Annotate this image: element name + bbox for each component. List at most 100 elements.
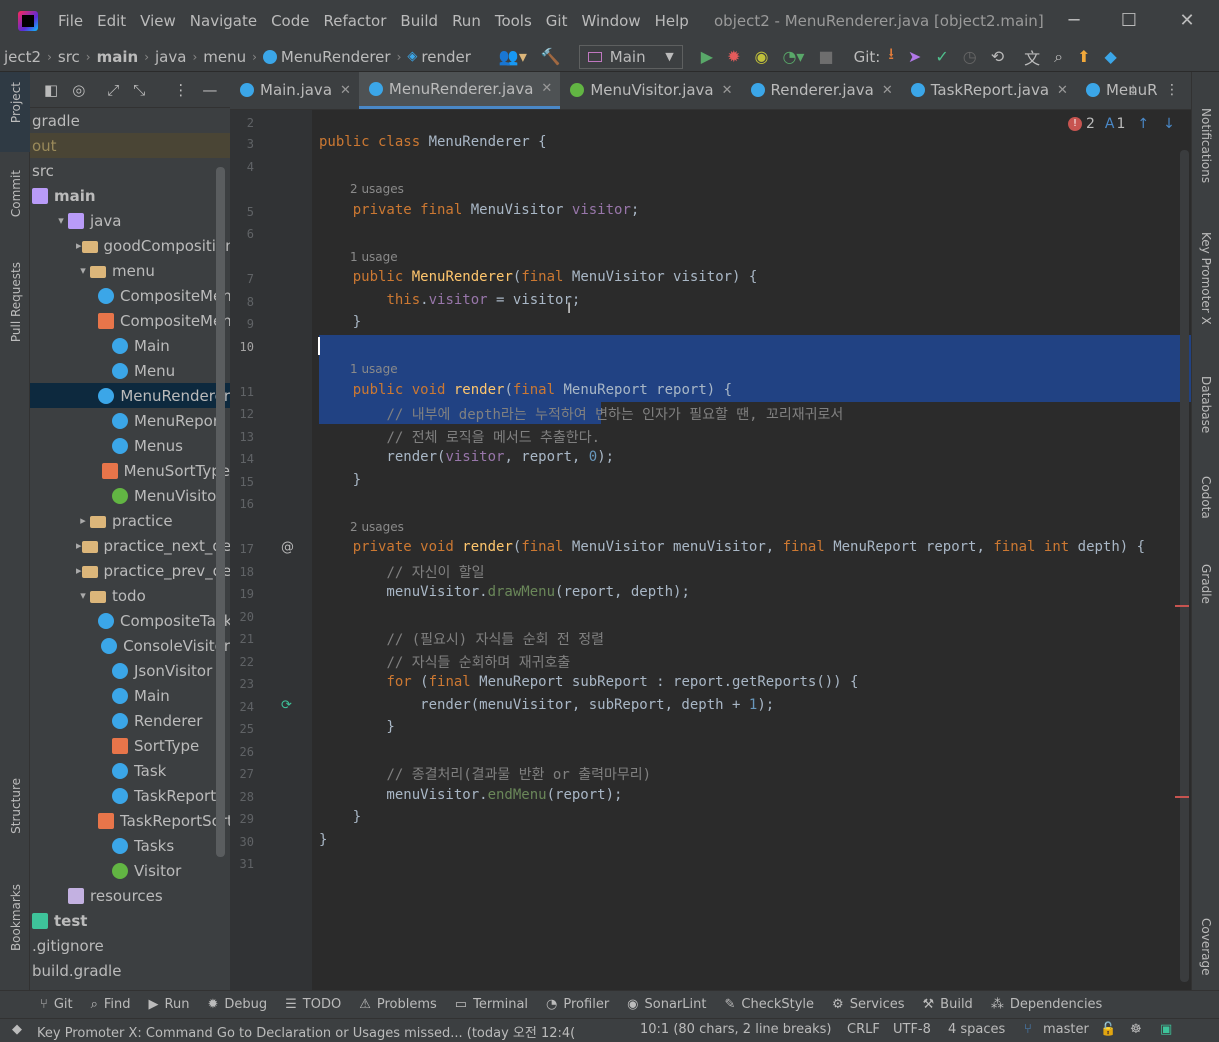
expand-arrow-icon[interactable]: ▸ — [76, 539, 82, 552]
tree-item[interactable]: ▾ todo — [30, 583, 230, 608]
gradle-tool-tab[interactable]: Gradle — [1199, 564, 1213, 604]
close-tab-icon[interactable]: ✕ — [541, 81, 552, 96]
commit-tool-tab[interactable]: Commit — [9, 170, 23, 217]
expand-arrow-icon[interactable]: ▾ — [76, 264, 90, 277]
codota-status-icon[interactable]: ▣ — [1160, 1022, 1172, 1037]
code-line[interactable]: } — [319, 314, 361, 330]
intellij-logo-icon[interactable] — [18, 11, 38, 31]
usage-hint[interactable]: 1 usage — [350, 250, 398, 264]
inspection-widget[interactable]: ! 2 A 1 ↑ ↓ — [1068, 116, 1175, 132]
tree-item[interactable]: .gitignore — [30, 933, 230, 958]
tab-menurenderer-java[interactable]: MenuRenderer.java ✕ — [358, 72, 561, 109]
tree-item[interactable]: MenuVisitor — [30, 483, 230, 508]
close-tab-icon[interactable]: ✕ — [1057, 83, 1068, 98]
tool-window-todo[interactable]: ☰ TODO — [285, 997, 341, 1012]
run-config-select[interactable]: Main ▼ — [578, 44, 683, 69]
tree-item[interactable]: main — [30, 183, 230, 208]
close-tab-icon[interactable]: ✕ — [882, 83, 893, 98]
previous-highlight-icon[interactable]: ↑ — [1137, 116, 1149, 132]
tree-item[interactable]: ▸ practice_next_deco_ — [30, 533, 230, 558]
minimize-button[interactable]: ─ — [1062, 9, 1086, 33]
menu-code[interactable]: Code — [271, 12, 309, 30]
menu-window[interactable]: Window — [581, 12, 640, 30]
hide-panel-icon[interactable]: — — [202, 81, 217, 99]
menu-file[interactable]: File — [58, 12, 83, 30]
lock-icon[interactable]: 🔓 — [1100, 1022, 1116, 1037]
git-update-icon[interactable]: ⭳ — [888, 43, 894, 70]
rollback-icon[interactable]: ⟲ — [991, 47, 1004, 66]
code-line[interactable]: // 전체 로직을 메서드 추출한다. — [319, 427, 600, 447]
tool-window-profiler[interactable]: ◔ Profiler — [546, 997, 609, 1012]
plugin-icon[interactable]: ◆ — [1105, 47, 1117, 66]
tree-item[interactable]: ▾ menu — [30, 258, 230, 283]
tree-item[interactable]: MenuReport — [30, 408, 230, 433]
close-tab-icon[interactable]: ✕ — [722, 83, 733, 98]
maximize-button[interactable]: ☐ — [1117, 9, 1141, 33]
collapse-all-icon[interactable]: ⤡ — [133, 81, 145, 99]
tree-item[interactable]: Main — [30, 683, 230, 708]
coverage-tool-tab[interactable]: Coverage — [1199, 918, 1213, 976]
tool-window-terminal[interactable]: ▭ Terminal — [455, 997, 528, 1012]
breadcrumb-menu[interactable]: menu — [203, 48, 246, 66]
tree-item[interactable]: CompositeMenu — [30, 308, 230, 333]
coverage-run-icon[interactable]: ◉ — [754, 47, 768, 66]
menu-help[interactable]: Help — [655, 12, 689, 30]
tab-taskreport-java[interactable]: TaskReport.java ✕ — [901, 72, 1076, 109]
tree-item[interactable]: CompositeMenu — [30, 283, 230, 308]
menu-git[interactable]: Git — [546, 12, 568, 30]
history-icon[interactable]: ◷ — [963, 47, 977, 66]
code-line[interactable]: // 자식들 순회하며 재귀호출 — [319, 652, 570, 672]
code-line[interactable]: // 자신이 할일 — [319, 562, 484, 582]
usage-hint[interactable]: 1 usage — [350, 362, 398, 376]
tree-item[interactable]: ▸ practice_prev_deco_ — [30, 558, 230, 583]
error-stripe-mark[interactable] — [1175, 796, 1189, 798]
tree-item[interactable]: JsonVisitor — [30, 658, 230, 683]
debug-icon[interactable]: ✹ — [727, 47, 740, 66]
project-tool-tab[interactable]: Project — [9, 82, 23, 123]
breadcrumb-class[interactable]: MenuRenderer — [281, 48, 391, 66]
target-icon[interactable]: ◎ — [72, 81, 85, 99]
select-opened-file-icon[interactable]: ◧ — [44, 81, 58, 99]
tree-item[interactable]: Main — [30, 333, 230, 358]
codota-tool-tab[interactable]: Codota — [1199, 476, 1213, 519]
user-group-icon[interactable]: 👥▾ — [499, 47, 527, 66]
tool-window-dependencies[interactable]: ⁂ Dependencies — [991, 997, 1103, 1012]
menu-refactor[interactable]: Refactor — [323, 12, 386, 30]
tree-item[interactable]: Visitor — [30, 858, 230, 883]
expand-arrow-icon[interactable]: ▾ — [76, 589, 90, 602]
code-line[interactable]: } — [319, 832, 327, 848]
tool-window-run[interactable]: ▶ Run — [149, 997, 190, 1012]
status-message[interactable]: Key Promoter X: Command Go to Declaratio… — [37, 1022, 575, 1041]
code-line[interactable]: } — [319, 719, 394, 735]
code-line[interactable]: // (필요시) 자식들 순회 전 정렬 — [319, 629, 604, 649]
code-line[interactable]: render(visitor, report, 0); — [319, 449, 614, 465]
tree-item[interactable]: TaskReportSortT — [30, 808, 230, 833]
code-line[interactable]: private final MenuVisitor visitor; — [319, 202, 640, 218]
breadcrumb-main[interactable]: main — [97, 48, 139, 66]
tool-window-checkstyle[interactable]: ✎ CheckStyle — [724, 997, 814, 1012]
override-marker-icon[interactable]: @ — [281, 540, 294, 555]
code-line[interactable]: // 종결처리(결과물 반환 or 출력마무리) — [319, 764, 651, 784]
breadcrumb-project[interactable]: ject2 — [4, 48, 41, 66]
code-line[interactable]: for (final MenuReport subReport : report… — [319, 674, 858, 690]
code-line[interactable]: private void render(final MenuVisitor me… — [319, 539, 1145, 555]
tool-window-problems[interactable]: ⚠ Problems — [359, 997, 437, 1012]
tree-item[interactable]: resources — [30, 883, 230, 908]
key-promoter-tool-tab[interactable]: Key Promoter X — [1199, 232, 1213, 325]
git-branch[interactable]: master — [1043, 1022, 1089, 1037]
close-tab-icon[interactable]: ✕ — [340, 83, 351, 98]
code-line[interactable]: } — [319, 809, 361, 825]
tree-item[interactable]: SortType — [30, 733, 230, 758]
tab-menuvisitor-java[interactable]: MenuVisitor.java ✕ — [560, 72, 740, 109]
tool-window-sonarlint[interactable]: ◉ SonarLint — [627, 997, 706, 1012]
next-highlight-icon[interactable]: ↓ — [1163, 116, 1175, 132]
profiler-icon[interactable]: ◔▾ — [782, 47, 804, 66]
breadcrumb-src[interactable]: src — [58, 48, 80, 66]
menu-edit[interactable]: Edit — [97, 12, 126, 30]
run-icon[interactable]: ▶ — [701, 47, 713, 66]
tree-item[interactable]: Renderer — [30, 708, 230, 733]
tool-window-build[interactable]: ⚒ Build — [923, 997, 973, 1012]
expand-all-icon[interactable]: ⤢ — [107, 81, 119, 99]
code-line[interactable]: this.visitor = visitor; — [319, 292, 580, 308]
database-tool-tab[interactable]: Database — [1199, 376, 1213, 433]
